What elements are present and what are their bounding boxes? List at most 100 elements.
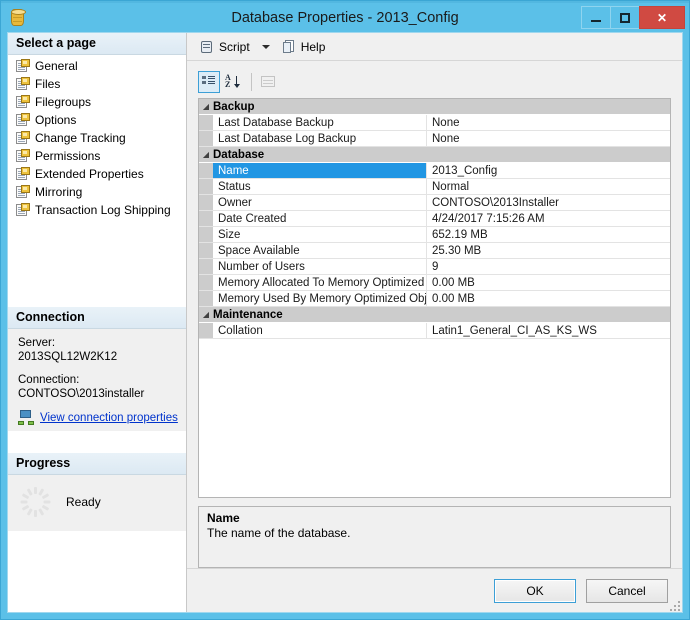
property-name[interactable]: Memory Used By Memory Optimized Objects: [213, 291, 427, 306]
page-icon: [16, 113, 30, 127]
close-button[interactable]: ✕: [639, 6, 685, 29]
script-button[interactable]: Script: [195, 37, 254, 57]
sidebar-item-extended-properties[interactable]: Extended Properties: [8, 165, 186, 183]
help-button-label: Help: [300, 39, 326, 54]
sidebar-item-mirroring[interactable]: Mirroring: [8, 183, 186, 201]
server-label: Server:: [18, 337, 56, 349]
sidebar-item-options[interactable]: Options: [8, 111, 186, 129]
sidebar-item-label: Files: [35, 77, 61, 91]
property-row[interactable]: Space Available 25.30 MB: [199, 243, 670, 259]
property-value[interactable]: 652.19 MB: [427, 227, 670, 242]
property-pages-button: [257, 71, 279, 93]
progress-status: Ready: [66, 495, 101, 509]
property-value[interactable]: Latin1_General_CI_AS_KS_WS: [427, 323, 670, 338]
property-category-row[interactable]: ◢ Database: [199, 147, 670, 163]
property-value[interactable]: None: [427, 115, 670, 130]
property-value[interactable]: 9: [427, 259, 670, 274]
sidebar-item-permissions[interactable]: Permissions: [8, 147, 186, 165]
sidebar-item-transaction-log-shipping[interactable]: Transaction Log Shipping: [8, 201, 186, 219]
sidebar-item-general[interactable]: General: [8, 57, 186, 75]
maximize-button[interactable]: [610, 6, 640, 29]
help-icon: [282, 39, 297, 54]
property-row[interactable]: Number of Users 9: [199, 259, 670, 275]
ok-button[interactable]: OK: [494, 578, 576, 603]
property-name[interactable]: Space Available: [213, 243, 427, 258]
property-value[interactable]: 25.30 MB: [427, 243, 670, 258]
property-row[interactable]: Owner CONTOSO\2013Installer: [199, 195, 670, 211]
property-row[interactable]: Memory Allocated To Memory Optimized Obj…: [199, 275, 670, 291]
page-icon: [16, 203, 30, 217]
sidebar-item-label: Mirroring: [35, 185, 83, 199]
chevron-down-icon[interactable]: [261, 44, 270, 49]
property-name[interactable]: Last Database Log Backup: [213, 131, 427, 146]
cancel-button[interactable]: Cancel: [586, 578, 668, 603]
property-value[interactable]: None: [427, 131, 670, 146]
property-gutter: [199, 195, 213, 210]
page-icon: [16, 167, 30, 181]
page-icon: [16, 185, 30, 199]
minimize-icon: [591, 19, 601, 22]
sidebar-item-label: Permissions: [35, 149, 101, 163]
property-value[interactable]: Normal: [427, 179, 670, 194]
property-grid[interactable]: ◢ Backup Last Database Backup None Last Data…: [198, 98, 671, 498]
title-bar: Database Properties - 2013_Config ✕: [1, 1, 689, 32]
sidebar-item-label: Transaction Log Shipping: [35, 203, 171, 217]
property-row[interactable]: Name 2013_Config: [199, 163, 670, 179]
property-value[interactable]: 0.00 MB: [427, 291, 670, 306]
maximize-icon: [620, 12, 630, 23]
resize-grip[interactable]: [668, 599, 680, 611]
description-text: The name of the database.: [207, 526, 351, 540]
property-gutter: [199, 211, 213, 226]
sidebar-bottom-filler: [8, 531, 186, 612]
property-value[interactable]: 0.00 MB: [427, 275, 670, 290]
property-name[interactable]: Owner: [213, 195, 427, 210]
property-name[interactable]: Status: [213, 179, 427, 194]
property-row[interactable]: Size 652.19 MB: [199, 227, 670, 243]
property-name[interactable]: Date Created: [213, 211, 427, 226]
main-pane: Script Help A Z ◢ Backup Last Database B…: [187, 33, 682, 612]
alphabetical-sort-button[interactable]: AZ: [222, 71, 244, 93]
sidebar-item-files[interactable]: Files: [8, 75, 186, 93]
page-icon: [16, 149, 30, 163]
view-connection-properties-row[interactable]: View connection properties: [18, 410, 178, 425]
sidebar-item-label: General: [35, 59, 78, 73]
property-row[interactable]: Status Normal: [199, 179, 670, 195]
dialog-client-area: Select a page General Files Filegroups O…: [7, 32, 683, 613]
property-category-row[interactable]: ◢ Maintenance: [199, 307, 670, 323]
property-value[interactable]: CONTOSO\2013Installer: [427, 195, 670, 210]
property-row[interactable]: Last Database Log Backup None: [199, 131, 670, 147]
categorized-view-button[interactable]: [198, 71, 220, 93]
connection-section: Connection Server: 2013SQL12W2K12 Connec…: [8, 307, 186, 453]
help-button[interactable]: Help: [278, 37, 330, 56]
property-gutter: [199, 227, 213, 242]
triangle-expanded-icon[interactable]: ◢: [199, 102, 213, 111]
property-value[interactable]: 2013_Config: [427, 163, 670, 178]
progress-spinner-icon: [20, 487, 50, 517]
view-connection-properties-link[interactable]: View connection properties: [40, 411, 178, 425]
sidebar-item-change-tracking[interactable]: Change Tracking: [8, 129, 186, 147]
property-row[interactable]: Last Database Backup None: [199, 115, 670, 131]
property-name[interactable]: Last Database Backup: [213, 115, 427, 130]
dialog-toolbar: Script Help: [187, 33, 682, 61]
property-category-row[interactable]: ◢ Backup: [199, 99, 670, 115]
dialog-footer: OK Cancel: [187, 568, 682, 612]
window-controls: ✕: [581, 6, 685, 29]
network-connection-icon: [18, 410, 34, 425]
property-name[interactable]: Memory Allocated To Memory Optimized Obj: [213, 275, 427, 290]
server-value: 2013SQL12W2K12: [18, 351, 118, 363]
triangle-expanded-icon[interactable]: ◢: [199, 310, 213, 319]
property-value[interactable]: 4/24/2017 7:15:26 AM: [427, 211, 670, 226]
database-icon: [7, 7, 29, 29]
minimize-button[interactable]: [581, 6, 611, 29]
property-name[interactable]: Collation: [213, 323, 427, 338]
progress-body: Ready: [8, 475, 186, 531]
property-row[interactable]: Date Created 4/24/2017 7:15:26 AM: [199, 211, 670, 227]
property-gutter: [199, 275, 213, 290]
sidebar-item-filegroups[interactable]: Filegroups: [8, 93, 186, 111]
property-name[interactable]: Size: [213, 227, 427, 242]
property-row[interactable]: Collation Latin1_General_CI_AS_KS_WS: [199, 323, 670, 339]
property-name[interactable]: Number of Users: [213, 259, 427, 274]
property-row[interactable]: Memory Used By Memory Optimized Objects 0…: [199, 291, 670, 307]
triangle-expanded-icon[interactable]: ◢: [199, 150, 213, 159]
property-name[interactable]: Name: [213, 163, 427, 178]
